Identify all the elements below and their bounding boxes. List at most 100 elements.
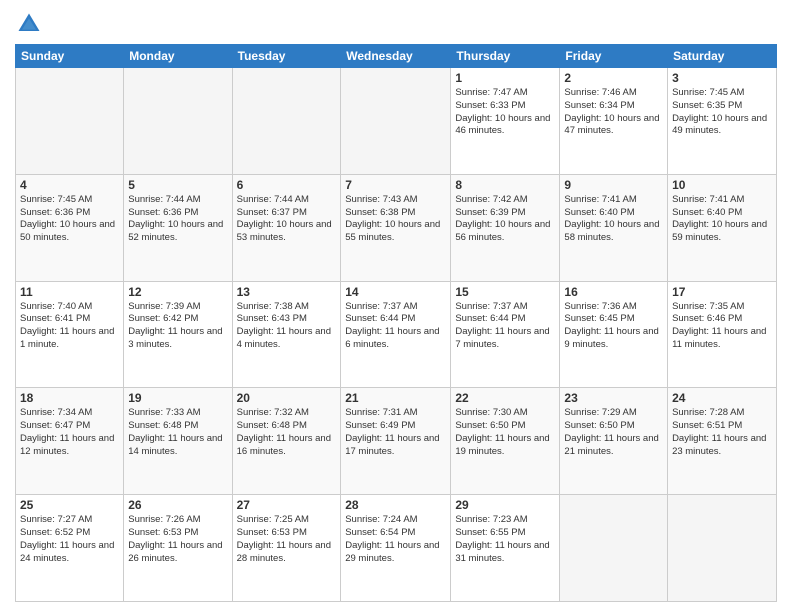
day-number: 5 (128, 178, 227, 192)
calendar-header-row: SundayMondayTuesdayWednesdayThursdayFrid… (16, 45, 777, 68)
calendar-cell: 8 Sunrise: 7:42 AMSunset: 6:39 PMDaylight… (451, 174, 560, 281)
calendar-cell: 3 Sunrise: 7:45 AMSunset: 6:35 PMDaylight… (668, 68, 777, 175)
day-number: 24 (672, 391, 772, 405)
day-info: Sunrise: 7:24 AMSunset: 6:54 PMDaylight:… (345, 514, 446, 565)
calendar-cell: 7 Sunrise: 7:43 AMSunset: 6:38 PMDaylight… (341, 174, 451, 281)
calendar-header-thursday: Thursday (451, 45, 560, 68)
calendar-cell: 13Sunrise: 7:38 AMSunset: 6:43 PMDayligh… (232, 281, 341, 388)
day-number: 10 (672, 178, 772, 192)
day-info: Sunrise: 7:28 AMSunset: 6:51 PMDaylight:… (672, 407, 772, 458)
day-info: Sunrise: 7:32 AMSunset: 6:48 PMDaylight:… (237, 407, 337, 458)
day-number: 9 (564, 178, 663, 192)
calendar-cell: 15 Sunrise: 7:37 AMSunset: 6:44 PMDayligh… (451, 281, 560, 388)
day-info: Sunrise: 7:30 AMSunset: 6:50 PMDaylight:… (455, 407, 555, 458)
calendar-cell: 9Sunrise: 7:41 AMSunset: 6:40 PMDaylight… (560, 174, 668, 281)
day-number: 2 (564, 71, 663, 85)
calendar-cell: 14 Sunrise: 7:37 AMSunset: 6:44 PMDayligh… (341, 281, 451, 388)
day-number: 7 (345, 178, 446, 192)
day-info: Sunrise: 7:46 AMSunset: 6:34 PMDaylight:… (564, 87, 663, 138)
calendar-cell: 19 Sunrise: 7:33 AMSunset: 6:48 PMDayligh… (124, 388, 232, 495)
day-number: 27 (237, 498, 337, 512)
calendar-cell: 4 Sunrise: 7:45 AMSunset: 6:36 PMDaylight… (16, 174, 124, 281)
calendar-cell: 10Sunrise: 7:41 AMSunset: 6:40 PMDayligh… (668, 174, 777, 281)
calendar-week-row: 18Sunrise: 7:34 AMSunset: 6:47 PMDayligh… (16, 388, 777, 495)
day-info: Sunrise: 7:27 AMSunset: 6:52 PMDaylight:… (20, 514, 119, 565)
calendar-header-wednesday: Wednesday (341, 45, 451, 68)
day-info: Sunrise: 7:44 AMSunset: 6:37 PMDaylight:… (237, 194, 337, 245)
calendar-cell (124, 68, 232, 175)
calendar-header-monday: Monday (124, 45, 232, 68)
logo-icon (15, 10, 43, 38)
calendar-cell: 23Sunrise: 7:29 AMSunset: 6:50 PMDayligh… (560, 388, 668, 495)
day-number: 4 (20, 178, 119, 192)
day-info: Sunrise: 7:45 AMSunset: 6:36 PMDaylight:… (20, 194, 119, 245)
calendar-cell: 6 Sunrise: 7:44 AMSunset: 6:37 PMDaylight… (232, 174, 341, 281)
day-info: Sunrise: 7:44 AMSunset: 6:36 PMDaylight:… (128, 194, 227, 245)
logo (15, 10, 47, 38)
day-info: Sunrise: 7:39 AMSunset: 6:42 PMDaylight:… (128, 301, 227, 352)
day-number: 16 (564, 285, 663, 299)
calendar-cell: 22 Sunrise: 7:30 AMSunset: 6:50 PMDayligh… (451, 388, 560, 495)
calendar-week-row: 4 Sunrise: 7:45 AMSunset: 6:36 PMDaylight… (16, 174, 777, 281)
day-number: 20 (237, 391, 337, 405)
calendar-cell: 21 Sunrise: 7:31 AMSunset: 6:49 PMDayligh… (341, 388, 451, 495)
day-number: 12 (128, 285, 227, 299)
day-info: Sunrise: 7:34 AMSunset: 6:47 PMDaylight:… (20, 407, 119, 458)
calendar-cell (341, 68, 451, 175)
day-number: 22 (455, 391, 555, 405)
day-info: Sunrise: 7:45 AMSunset: 6:35 PMDaylight:… (672, 87, 772, 138)
day-number: 25 (20, 498, 119, 512)
day-number: 26 (128, 498, 227, 512)
calendar-cell (560, 495, 668, 602)
calendar-cell (16, 68, 124, 175)
day-info: Sunrise: 7:26 AMSunset: 6:53 PMDaylight:… (128, 514, 227, 565)
day-number: 11 (20, 285, 119, 299)
day-number: 1 (455, 71, 555, 85)
calendar-cell: 18Sunrise: 7:34 AMSunset: 6:47 PMDayligh… (16, 388, 124, 495)
calendar-cell: 26 Sunrise: 7:26 AMSunset: 6:53 PMDayligh… (124, 495, 232, 602)
calendar-cell: 29 Sunrise: 7:23 AMSunset: 6:55 PMDayligh… (451, 495, 560, 602)
calendar-cell: 25 Sunrise: 7:27 AMSunset: 6:52 PMDayligh… (16, 495, 124, 602)
day-number: 15 (455, 285, 555, 299)
day-number: 28 (345, 498, 446, 512)
calendar-week-row: 1Sunrise: 7:47 AMSunset: 6:33 PMDaylight… (16, 68, 777, 175)
day-number: 21 (345, 391, 446, 405)
day-info: Sunrise: 7:43 AMSunset: 6:38 PMDaylight:… (345, 194, 446, 245)
header (15, 10, 777, 38)
calendar-cell (668, 495, 777, 602)
day-number: 29 (455, 498, 555, 512)
calendar-cell: 16 Sunrise: 7:36 AMSunset: 6:45 PMDayligh… (560, 281, 668, 388)
calendar-cell: 2 Sunrise: 7:46 AMSunset: 6:34 PMDaylight… (560, 68, 668, 175)
day-info: Sunrise: 7:35 AMSunset: 6:46 PMDaylight:… (672, 301, 772, 352)
calendar-cell: 5 Sunrise: 7:44 AMSunset: 6:36 PMDaylight… (124, 174, 232, 281)
calendar-cell: 28 Sunrise: 7:24 AMSunset: 6:54 PMDayligh… (341, 495, 451, 602)
calendar-cell: 12 Sunrise: 7:39 AMSunset: 6:42 PMDayligh… (124, 281, 232, 388)
day-number: 17 (672, 285, 772, 299)
calendar-cell (232, 68, 341, 175)
day-info: Sunrise: 7:25 AMSunset: 6:53 PMDaylight:… (237, 514, 337, 565)
calendar-week-row: 25 Sunrise: 7:27 AMSunset: 6:52 PMDayligh… (16, 495, 777, 602)
day-info: Sunrise: 7:38 AMSunset: 6:43 PMDaylight:… (237, 301, 337, 352)
day-info: Sunrise: 7:37 AMSunset: 6:44 PMDaylight:… (455, 301, 555, 352)
page: SundayMondayTuesdayWednesdayThursdayFrid… (0, 0, 792, 612)
calendar-cell: 17 Sunrise: 7:35 AMSunset: 6:46 PMDayligh… (668, 281, 777, 388)
day-info: Sunrise: 7:33 AMSunset: 6:48 PMDaylight:… (128, 407, 227, 458)
calendar-cell: 27 Sunrise: 7:25 AMSunset: 6:53 PMDayligh… (232, 495, 341, 602)
calendar-week-row: 11Sunrise: 7:40 AMSunset: 6:41 PMDayligh… (16, 281, 777, 388)
calendar-cell: 11Sunrise: 7:40 AMSunset: 6:41 PMDayligh… (16, 281, 124, 388)
day-number: 3 (672, 71, 772, 85)
day-number: 6 (237, 178, 337, 192)
day-number: 19 (128, 391, 227, 405)
day-info: Sunrise: 7:36 AMSunset: 6:45 PMDaylight:… (564, 301, 663, 352)
day-info: Sunrise: 7:37 AMSunset: 6:44 PMDaylight:… (345, 301, 446, 352)
calendar-header-tuesday: Tuesday (232, 45, 341, 68)
calendar-cell: 1Sunrise: 7:47 AMSunset: 6:33 PMDaylight… (451, 68, 560, 175)
calendar-header-friday: Friday (560, 45, 668, 68)
day-info: Sunrise: 7:31 AMSunset: 6:49 PMDaylight:… (345, 407, 446, 458)
day-info: Sunrise: 7:23 AMSunset: 6:55 PMDaylight:… (455, 514, 555, 565)
day-number: 8 (455, 178, 555, 192)
day-info: Sunrise: 7:29 AMSunset: 6:50 PMDaylight:… (564, 407, 663, 458)
day-info: Sunrise: 7:42 AMSunset: 6:39 PMDaylight:… (455, 194, 555, 245)
calendar-header-saturday: Saturday (668, 45, 777, 68)
day-number: 14 (345, 285, 446, 299)
